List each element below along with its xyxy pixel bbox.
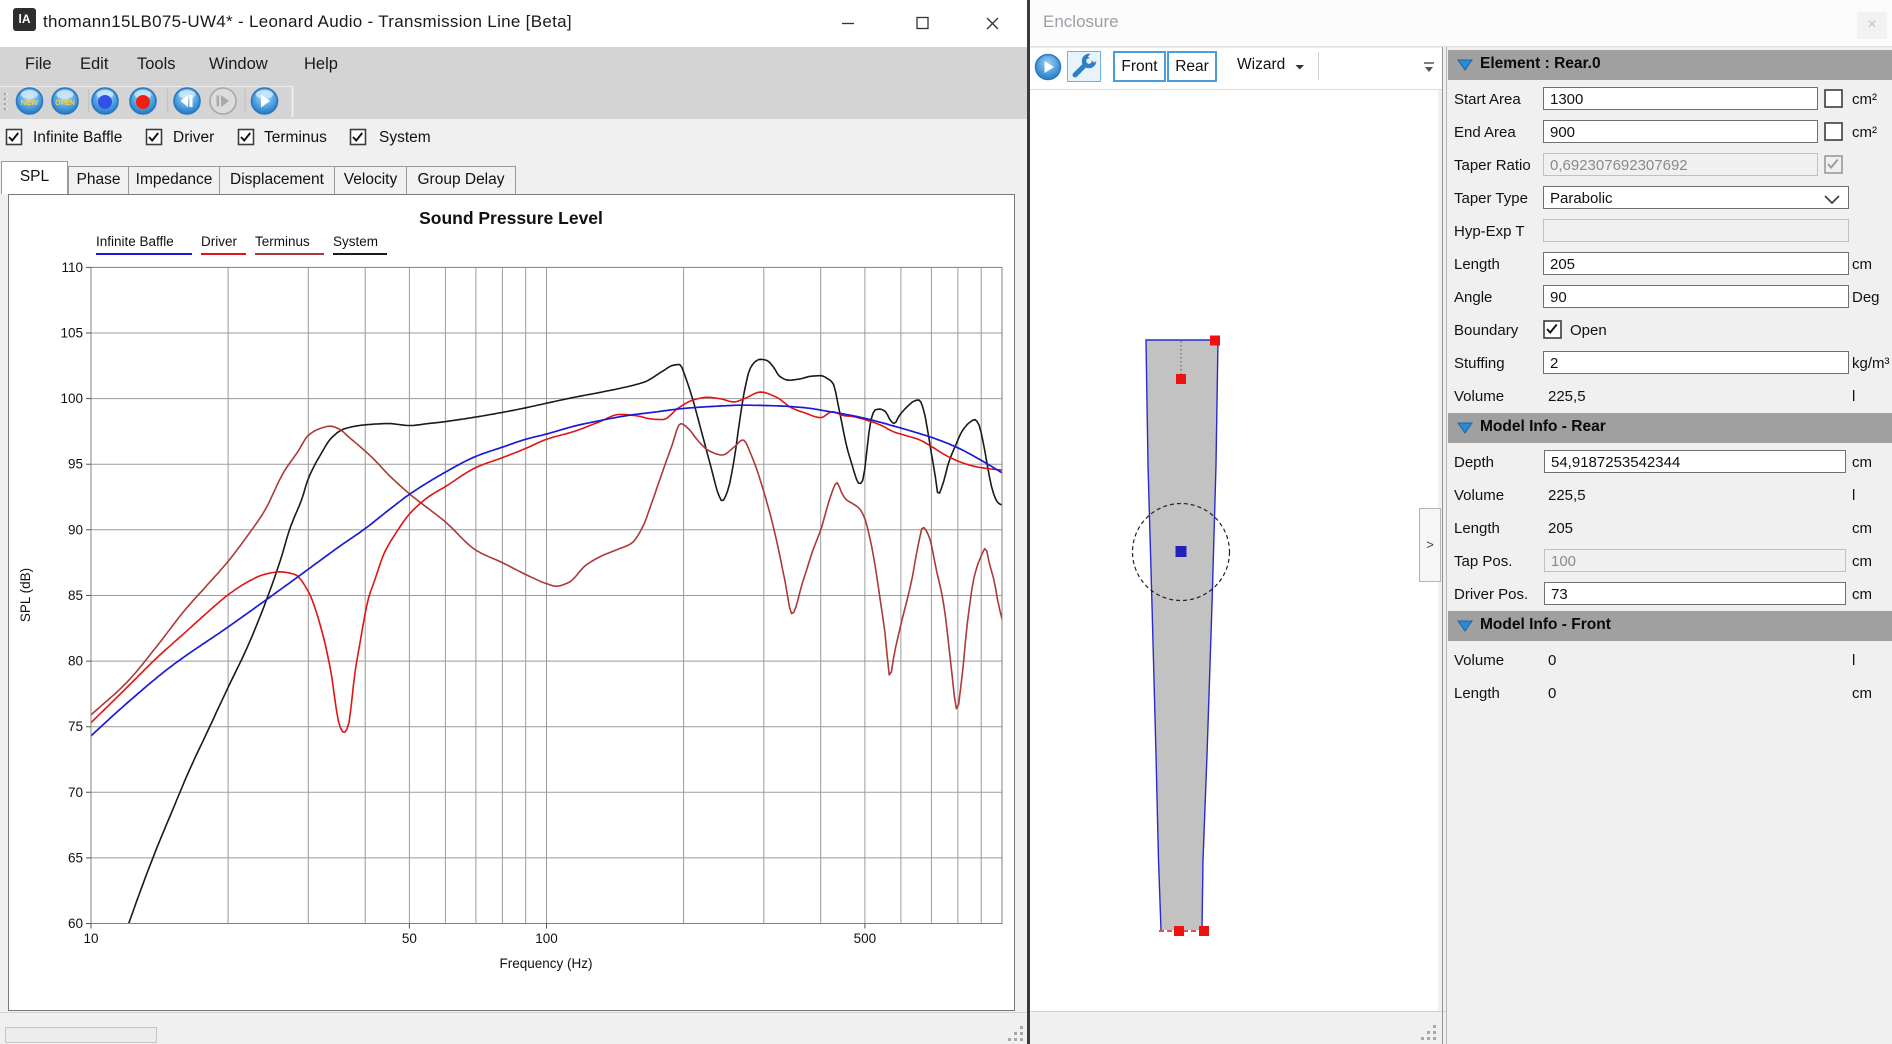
svg-text:500: 500 [854, 931, 877, 946]
svg-text:100: 100 [535, 931, 558, 946]
svg-text:System: System [333, 234, 378, 249]
svg-text:Terminus: Terminus [255, 234, 310, 249]
svg-text:Frequency (Hz): Frequency (Hz) [499, 956, 592, 971]
svg-text:105: 105 [60, 326, 83, 341]
svg-text:65: 65 [68, 850, 83, 865]
svg-text:80: 80 [68, 654, 83, 669]
svg-text:Infinite Baffle: Infinite Baffle [33, 129, 122, 146]
svg-text:50: 50 [402, 931, 417, 946]
svg-text:Infinite Baffle: Infinite Baffle [96, 234, 174, 249]
svg-text:70: 70 [68, 785, 83, 800]
svg-text:85: 85 [68, 588, 83, 603]
svg-text:100: 100 [60, 391, 83, 406]
svg-text:Driver: Driver [173, 129, 214, 146]
svg-text:SPL (dB): SPL (dB) [18, 568, 33, 622]
svg-text:90: 90 [68, 522, 83, 537]
svg-text:75: 75 [68, 719, 83, 734]
svg-text:OPEN: OPEN [55, 100, 75, 107]
svg-text:System: System [379, 129, 431, 146]
svg-text:Terminus: Terminus [264, 129, 327, 146]
svg-text:Driver: Driver [201, 234, 238, 249]
svg-text:60: 60 [68, 916, 83, 931]
svg-text:95: 95 [68, 457, 83, 472]
svg-text:110: 110 [61, 260, 83, 275]
svg-text:10: 10 [83, 931, 98, 946]
svg-text:NEW: NEW [21, 98, 39, 107]
svg-text:Sound Pressure Level: Sound Pressure Level [419, 208, 603, 228]
